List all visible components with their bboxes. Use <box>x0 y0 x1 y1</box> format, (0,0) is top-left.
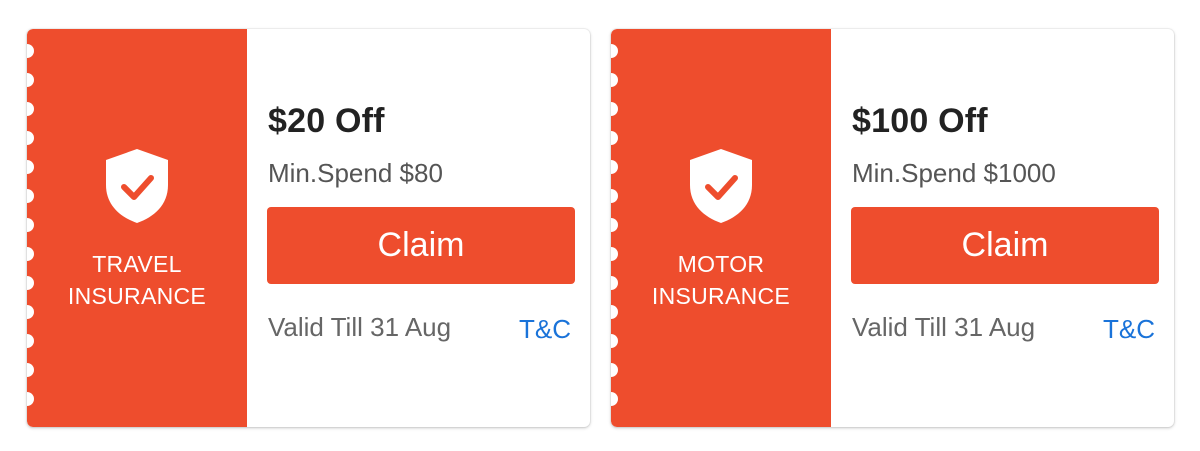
voucher-details: $20 Off Min.Spend $80 Claim Valid Till 3… <box>247 29 590 427</box>
voucher-category: TRAVEL INSURANCE <box>27 248 247 312</box>
category-line-2: INSURANCE <box>651 283 791 309</box>
terms-link[interactable]: T&C <box>1103 314 1155 345</box>
discount-amount: $20 Off <box>268 102 385 140</box>
perforated-edge <box>611 29 625 427</box>
validity-date: Valid Till 31 Aug <box>852 312 1036 342</box>
perforated-edge <box>27 29 41 427</box>
min-spend: Min.Spend $80 <box>268 158 443 188</box>
voucher-stub: TRAVEL INSURANCE <box>27 29 247 427</box>
voucher-details: $100 Off Min.Spend $1000 Claim Valid Til… <box>831 29 1174 427</box>
shield-check-icon <box>686 147 756 225</box>
voucher-stub: MOTOR INSURANCE <box>611 29 831 427</box>
voucher-card-motor-insurance: MOTOR INSURANCE $100 Off Min.Spend $1000… <box>611 29 1174 427</box>
voucher-category: MOTOR INSURANCE <box>611 248 831 312</box>
claim-button[interactable]: Claim <box>851 207 1159 284</box>
validity-date: Valid Till 31 Aug <box>268 312 452 342</box>
claim-button[interactable]: Claim <box>267 207 575 284</box>
discount-amount: $100 Off <box>852 102 988 140</box>
category-line-1: MOTOR <box>677 251 765 277</box>
voucher-card-travel-insurance: TRAVEL INSURANCE $20 Off Min.Spend $80 C… <box>27 29 590 427</box>
category-line-2: INSURANCE <box>67 283 207 309</box>
terms-link[interactable]: T&C <box>519 314 571 345</box>
shield-check-icon <box>102 147 172 225</box>
category-line-1: TRAVEL <box>92 251 182 277</box>
min-spend: Min.Spend $1000 <box>852 158 1056 188</box>
